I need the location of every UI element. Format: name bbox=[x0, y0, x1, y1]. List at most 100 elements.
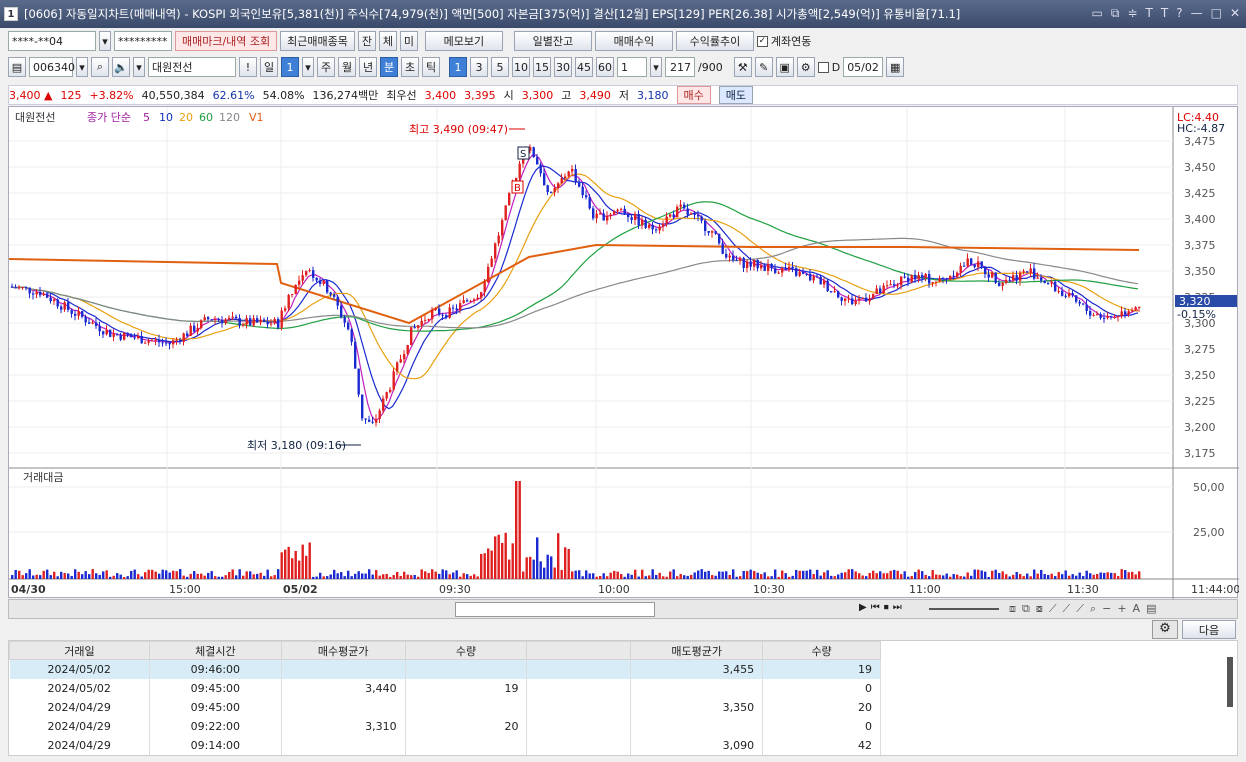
volume-bar bbox=[1019, 574, 1022, 579]
period-second-button[interactable]: 초 bbox=[401, 57, 419, 77]
unexecuted-button[interactable]: 미 bbox=[399, 31, 418, 51]
date-input[interactable]: 05/02 bbox=[843, 57, 884, 77]
restore-icon[interactable]: ▭ bbox=[1092, 6, 1103, 21]
stock-name-label: 대원전선 bbox=[15, 111, 55, 124]
candle-body bbox=[1033, 268, 1036, 279]
unit-dropdown-icon[interactable]: ▾ bbox=[650, 57, 662, 77]
minute-15-button[interactable]: 15 bbox=[533, 57, 551, 77]
sort-icon[interactable]: ≑ bbox=[1127, 6, 1137, 21]
stock-menu-icon[interactable]: ▤ bbox=[8, 57, 26, 77]
candle-body bbox=[49, 297, 52, 302]
volume-bar bbox=[1117, 576, 1120, 579]
period-year-button[interactable]: 년 bbox=[359, 57, 377, 77]
table-row[interactable]: 2024/04/29 09:14:00 3,090 42 bbox=[9, 735, 881, 755]
day-dropdown-icon[interactable]: ▾ bbox=[302, 57, 314, 77]
memo-button[interactable]: 메모보기 bbox=[424, 31, 503, 51]
candle-body bbox=[550, 192, 553, 194]
chart-panel[interactable]: 3,4753,4503,4253,4003,3753,3503,3253,300… bbox=[8, 106, 1240, 599]
table-row[interactable]: 2024/05/02 09:46:00 3,455 19 bbox=[9, 659, 881, 679]
trade-mark-button[interactable]: 매매마크/내역 조회 bbox=[175, 31, 278, 51]
tool-icon[interactable]: ✎ bbox=[754, 57, 773, 77]
save-icon[interactable]: ▣ bbox=[775, 57, 794, 77]
count-input[interactable]: 217 bbox=[665, 57, 695, 77]
table-cell: 2024/04/29 bbox=[9, 697, 150, 717]
speaker-icon[interactable]: 🔈 bbox=[112, 57, 130, 77]
period-week-button[interactable]: 주 bbox=[317, 57, 335, 77]
minute-45-button[interactable]: 45 bbox=[575, 57, 593, 77]
minute-3-button[interactable]: 3 bbox=[470, 57, 488, 77]
table-row[interactable]: 2024/04/29 09:22:00 3,310 20 0 bbox=[9, 716, 881, 736]
gear-icon[interactable]: ⚙ bbox=[796, 57, 815, 77]
period-day-button[interactable]: 일 bbox=[260, 57, 278, 77]
volume-bar bbox=[735, 576, 738, 579]
maximize-icon[interactable]: □ bbox=[1211, 6, 1222, 21]
sell-button[interactable]: 매도 bbox=[718, 86, 754, 104]
settings-gear-icon[interactable]: ⚙ bbox=[1152, 620, 1178, 639]
table-cell: 3,090 bbox=[630, 735, 764, 755]
candle-body bbox=[21, 287, 24, 289]
calendar-icon[interactable]: ▦ bbox=[886, 57, 905, 77]
text-size-icon[interactable]: T bbox=[1161, 6, 1168, 21]
text-icon[interactable]: T bbox=[1146, 6, 1153, 21]
period-month-button[interactable]: 월 bbox=[338, 57, 356, 77]
speaker-dropdown-icon[interactable]: ▾ bbox=[133, 57, 145, 77]
volume-bar bbox=[844, 572, 847, 579]
code-dropdown-icon[interactable]: ▾ bbox=[76, 57, 88, 77]
executed-button[interactable]: 체 bbox=[378, 31, 397, 51]
minute-30-button[interactable]: 30 bbox=[554, 57, 572, 77]
volume-bar bbox=[623, 576, 626, 579]
ma-line-20 bbox=[10, 173, 1139, 380]
table-row[interactable]: 2024/04/29 09:45:00 3,350 20 bbox=[9, 697, 881, 717]
candle-body bbox=[595, 213, 598, 219]
d-checkbox[interactable] bbox=[817, 61, 829, 73]
unit-input[interactable]: 1 bbox=[617, 57, 647, 77]
minute-60-button[interactable]: 60 bbox=[596, 57, 614, 77]
search-icon[interactable]: ⌕ bbox=[91, 57, 109, 77]
volume-bar bbox=[816, 569, 819, 579]
buy-button[interactable]: 매수 bbox=[676, 86, 711, 104]
indicator-icon[interactable]: ⚒ bbox=[733, 57, 752, 77]
scroll-nav-icons[interactable]: ▶⏮⏹⏭ bbox=[859, 602, 906, 613]
minute-10-button[interactable]: 10 bbox=[512, 57, 530, 77]
daily-balance-button[interactable]: 일별잔고 bbox=[513, 31, 592, 51]
candle-body bbox=[312, 270, 315, 278]
volume-bar bbox=[539, 561, 542, 579]
profit-rate-button[interactable]: 수익률추이 bbox=[675, 31, 754, 51]
stock-code-input[interactable]: 006340 bbox=[29, 57, 75, 77]
next-button[interactable]: 다음 bbox=[1182, 620, 1236, 639]
volume-bar bbox=[158, 573, 161, 579]
volume-bar bbox=[182, 575, 185, 579]
candle-body bbox=[1134, 307, 1137, 311]
close-icon[interactable]: ✕ bbox=[1230, 6, 1240, 21]
table-scrollbar[interactable] bbox=[1227, 657, 1233, 707]
day-count-input[interactable]: 1 bbox=[281, 57, 299, 77]
account-dropdown-icon[interactable]: ▾ bbox=[99, 31, 111, 51]
price-chart[interactable]: 3,4753,4503,4253,4003,3753,3503,3253,300… bbox=[8, 107, 1240, 599]
volume-bar bbox=[518, 481, 521, 579]
minute-5-button[interactable]: 5 bbox=[491, 57, 509, 77]
zoom-slider[interactable] bbox=[929, 608, 999, 610]
period-minute-button[interactable]: 분 bbox=[380, 57, 398, 77]
candle-body bbox=[207, 317, 210, 320]
alert-icon[interactable]: ! bbox=[239, 57, 257, 77]
scroll-bar[interactable]: ▶⏮⏹⏭ ⧈⧉⧇⟋⟋⟋⌕−+A▤ bbox=[8, 599, 1238, 619]
chart-tool-icons[interactable]: ⧈⧉⧇⟋⟋⟋⌕−+A▤ bbox=[1009, 602, 1162, 616]
copy-icon[interactable]: ⧉ bbox=[1111, 6, 1120, 21]
volume-bar bbox=[126, 576, 129, 579]
minute-1-button[interactable]: 1 bbox=[449, 57, 467, 77]
password-input[interactable]: ********* bbox=[114, 31, 172, 51]
account-input[interactable]: ****-**04 bbox=[8, 31, 96, 51]
help-icon[interactable]: ? bbox=[1176, 6, 1182, 21]
candle-body bbox=[319, 280, 322, 284]
account-link-checkbox[interactable]: ✓ bbox=[756, 35, 768, 47]
minimize-icon[interactable]: — bbox=[1191, 6, 1203, 21]
table-row[interactable]: 2024/05/02 09:45:00 3,440 19 0 bbox=[9, 678, 881, 698]
balance-button[interactable]: 잔 bbox=[357, 31, 376, 51]
recent-trade-button[interactable]: 최근매매종목 bbox=[280, 31, 355, 51]
vol-tick-0: 50,00 bbox=[1193, 481, 1225, 494]
volume-bar bbox=[1075, 575, 1078, 579]
trade-profit-button[interactable]: 매매수익 bbox=[594, 31, 673, 51]
period-tick-button[interactable]: 틱 bbox=[422, 57, 440, 77]
volume-bar bbox=[574, 570, 577, 579]
scroll-thumb[interactable] bbox=[455, 602, 655, 617]
